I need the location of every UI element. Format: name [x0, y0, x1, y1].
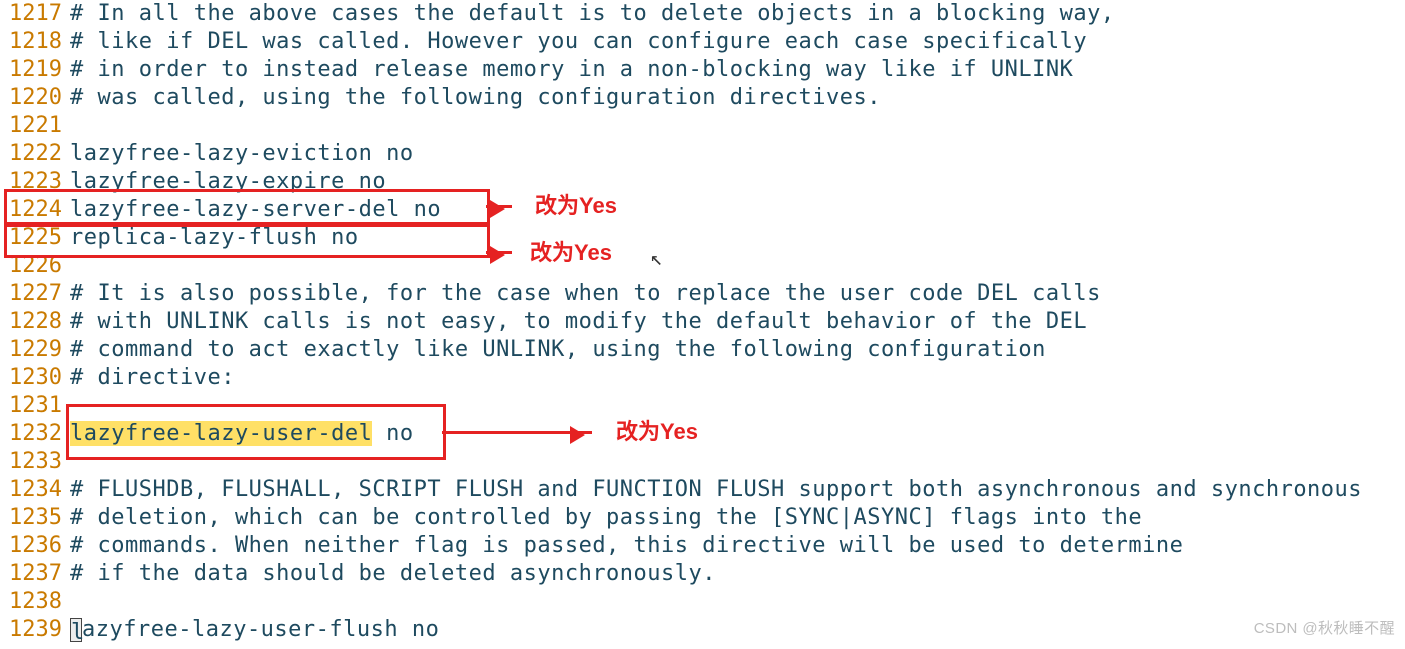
code-line[interactable]: 1239lazyfree-lazy-user-flush no: [0, 616, 1405, 644]
code-line[interactable]: 1230# directive:: [0, 364, 1405, 392]
code-line[interactable]: 1226: [0, 252, 1405, 280]
code-content[interactable]: # commands. When neither flag is passed,…: [70, 532, 1183, 560]
code-line[interactable]: 1225replica-lazy-flush no: [0, 224, 1405, 252]
line-number: 1221: [0, 112, 70, 140]
code-content[interactable]: lazyfree-lazy-user-flush no: [70, 616, 439, 644]
line-number: 1232: [0, 420, 70, 448]
code-content[interactable]: # with UNLINK calls is not easy, to modi…: [70, 308, 1087, 336]
code-content[interactable]: # In all the above cases the default is …: [70, 0, 1115, 28]
line-number: 1236: [0, 532, 70, 560]
code-line[interactable]: 1223lazyfree-lazy-expire no: [0, 168, 1405, 196]
code-content[interactable]: # deletion, which can be controlled by p…: [70, 504, 1142, 532]
code-content[interactable]: lazyfree-lazy-server-del no: [70, 196, 441, 224]
code-content[interactable]: lazyfree-lazy-eviction no: [70, 140, 414, 168]
code-content[interactable]: replica-lazy-flush no: [70, 224, 359, 252]
line-number: 1227: [0, 280, 70, 308]
line-number: 1229: [0, 336, 70, 364]
code-line[interactable]: 1232lazyfree-lazy-user-del no: [0, 420, 1405, 448]
code-line[interactable]: 1234# FLUSHDB, FLUSHALL, SCRIPT FLUSH an…: [0, 476, 1405, 504]
code-line[interactable]: 1227# It is also possible, for the case …: [0, 280, 1405, 308]
line-number: 1234: [0, 476, 70, 504]
code-line[interactable]: 1229# command to act exactly like UNLINK…: [0, 336, 1405, 364]
line-number: 1228: [0, 308, 70, 336]
line-number: 1225: [0, 224, 70, 252]
line-number: 1226: [0, 252, 70, 280]
code-content[interactable]: # was called, using the following config…: [70, 84, 881, 112]
code-content[interactable]: # directive:: [70, 364, 235, 392]
line-number: 1224: [0, 196, 70, 224]
code-line[interactable]: 1218# like if DEL was called. However yo…: [0, 28, 1405, 56]
code-content[interactable]: # like if DEL was called. However you ca…: [70, 28, 1087, 56]
code-line[interactable]: 1231: [0, 392, 1405, 420]
code-content[interactable]: lazyfree-lazy-user-del no: [70, 420, 414, 448]
line-number: 1233: [0, 448, 70, 476]
code-editor[interactable]: 1217# In all the above cases the default…: [0, 0, 1405, 649]
code-line[interactable]: 1222lazyfree-lazy-eviction no: [0, 140, 1405, 168]
code-line[interactable]: 1221: [0, 112, 1405, 140]
code-line[interactable]: 1233: [0, 448, 1405, 476]
line-number: 1219: [0, 56, 70, 84]
code-line[interactable]: 1236# commands. When neither flag is pas…: [0, 532, 1405, 560]
code-line[interactable]: 1237# if the data should be deleted asyn…: [0, 560, 1405, 588]
line-number: 1231: [0, 392, 70, 420]
code-line[interactable]: 1238: [0, 588, 1405, 616]
line-number: 1218: [0, 28, 70, 56]
code-line[interactable]: 1224lazyfree-lazy-server-del no: [0, 196, 1405, 224]
code-content[interactable]: # if the data should be deleted asynchro…: [70, 560, 716, 588]
code-content[interactable]: # FLUSHDB, FLUSHALL, SCRIPT FLUSH and FU…: [70, 476, 1362, 504]
line-number: 1230: [0, 364, 70, 392]
line-number: 1217: [0, 0, 70, 28]
code-content[interactable]: # It is also possible, for the case when…: [70, 280, 1101, 308]
line-number: 1239: [0, 616, 70, 644]
code-content[interactable]: # in order to instead release memory in …: [70, 56, 1073, 84]
code-body[interactable]: 1217# In all the above cases the default…: [0, 0, 1405, 644]
code-line[interactable]: 1217# In all the above cases the default…: [0, 0, 1405, 28]
code-content[interactable]: lazyfree-lazy-expire no: [70, 168, 386, 196]
line-number: 1235: [0, 504, 70, 532]
line-number: 1222: [0, 140, 70, 168]
code-line[interactable]: 1219# in order to instead release memory…: [0, 56, 1405, 84]
line-number: 1223: [0, 168, 70, 196]
text-cursor: l: [70, 618, 82, 642]
code-line[interactable]: 1220# was called, using the following co…: [0, 84, 1405, 112]
code-line[interactable]: 1235# deletion, which can be controlled …: [0, 504, 1405, 532]
code-content[interactable]: # command to act exactly like UNLINK, us…: [70, 336, 1046, 364]
watermark: CSDN @秋秋睡不醒: [1254, 615, 1395, 643]
highlighted-text: lazyfree-lazy-user-del: [70, 421, 372, 446]
line-number: 1238: [0, 588, 70, 616]
code-line[interactable]: 1228# with UNLINK calls is not easy, to …: [0, 308, 1405, 336]
line-number: 1220: [0, 84, 70, 112]
line-number: 1237: [0, 560, 70, 588]
